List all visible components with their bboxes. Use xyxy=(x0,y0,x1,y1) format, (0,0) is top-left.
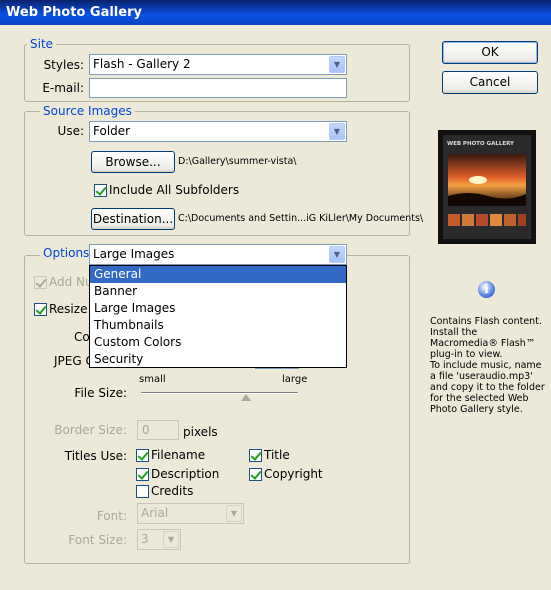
options-value: Large Images xyxy=(93,247,175,261)
title-bar: Web Photo Gallery xyxy=(0,0,551,25)
chevron-down-icon[interactable]: ▼ xyxy=(226,505,242,522)
ok-button[interactable]: OK xyxy=(442,41,538,64)
add-numeric-checkbox[interactable] xyxy=(34,276,47,289)
browse-button[interactable]: Browse... xyxy=(91,151,175,173)
preview-title: WEB PHOTO GALLERY xyxy=(447,141,515,147)
dropdown-item-large-images[interactable]: Large Images xyxy=(90,300,346,317)
title-label: Title xyxy=(264,448,290,462)
description-checkbox[interactable] xyxy=(136,468,149,481)
chevron-down-icon[interactable]: ▼ xyxy=(329,246,345,263)
preview-graphic: WEB PHOTO GALLERY xyxy=(438,130,536,244)
font-label: Font: xyxy=(96,509,127,523)
styles-label: Styles: xyxy=(43,58,84,72)
file-size-label: File Size: xyxy=(74,386,127,400)
use-value: Folder xyxy=(93,124,131,138)
site-legend: Site xyxy=(27,37,57,51)
border-size-label: Border Size: xyxy=(54,423,127,437)
filename-checkbox[interactable] xyxy=(136,449,149,462)
dropdown-item-custom-colors[interactable]: Custom Colors xyxy=(90,334,346,351)
font-value: Arial xyxy=(141,506,169,520)
destination-path: C:\Documents and Settin...iG KiLler\My D… xyxy=(178,213,424,224)
credits-label: Credits xyxy=(151,484,194,498)
file-size-slider[interactable] xyxy=(141,392,298,394)
border-size-unit: pixels xyxy=(183,425,218,439)
flash-info-text: Contains Flash content. Install the Macr… xyxy=(430,316,542,360)
use-select[interactable]: Folder ▼ xyxy=(89,121,347,142)
font-size-select[interactable]: 3 ▼ xyxy=(137,529,181,550)
filename-label: Filename xyxy=(151,448,206,462)
window-title: Web Photo Gallery xyxy=(6,5,142,20)
browse-path: D:\Gallery\summer-vista\ xyxy=(178,156,297,167)
destination-button[interactable]: Destination... xyxy=(91,208,175,230)
border-size-field[interactable]: 0 xyxy=(137,420,179,440)
resize-images-checkbox[interactable] xyxy=(34,303,47,316)
use-label: Use: xyxy=(57,124,84,138)
file-size-slider-thumb[interactable] xyxy=(241,394,251,401)
font-size-value: 3 xyxy=(141,532,149,546)
styles-select[interactable]: Flash - Gallery 2 ▼ xyxy=(89,54,347,75)
info-icon: i xyxy=(478,281,495,298)
options-select[interactable]: Large Images ▼ xyxy=(89,244,347,265)
title-checkbox[interactable] xyxy=(249,449,262,462)
credits-checkbox[interactable] xyxy=(136,485,149,498)
chevron-down-icon[interactable]: ▼ xyxy=(329,123,345,140)
chevron-down-icon[interactable]: ▼ xyxy=(163,531,179,548)
options-legend: Options: xyxy=(40,246,97,260)
styles-value: Flash - Gallery 2 xyxy=(93,57,191,71)
dropdown-item-general[interactable]: General xyxy=(90,266,346,283)
cancel-button[interactable]: Cancel xyxy=(442,71,538,94)
resize-images-label: Resize I xyxy=(49,302,95,316)
slider-large-label: large xyxy=(282,374,308,385)
options-dropdown-list[interactable]: General Banner Large Images Thumbnails C… xyxy=(89,265,347,368)
email-field[interactable] xyxy=(89,78,347,98)
dropdown-item-thumbnails[interactable]: Thumbnails xyxy=(90,317,346,334)
add-numeric-label: Add Nu xyxy=(49,275,93,289)
source-images-legend: Source Images xyxy=(40,104,135,118)
copyright-checkbox[interactable] xyxy=(249,468,262,481)
font-size-label: Font Size: xyxy=(68,533,127,547)
constrain-label: Co xyxy=(74,330,90,344)
copyright-label: Copyright xyxy=(264,467,323,481)
slider-small-label: small xyxy=(139,374,166,385)
email-label: E-mail: xyxy=(42,81,84,95)
style-preview-image: WEB PHOTO GALLERY xyxy=(438,130,536,244)
titles-use-label: Titles Use: xyxy=(64,449,127,463)
description-label: Description xyxy=(151,467,220,481)
dropdown-item-security[interactable]: Security xyxy=(90,351,346,368)
music-info-text: To include music, name a file 'useraudio… xyxy=(430,360,545,415)
include-subfolders-checkbox[interactable] xyxy=(94,184,107,197)
dropdown-item-banner[interactable]: Banner xyxy=(90,283,346,300)
chevron-down-icon[interactable]: ▼ xyxy=(329,56,345,73)
font-select[interactable]: Arial ▼ xyxy=(137,503,244,524)
include-subfolders-label: Include All Subfolders xyxy=(109,183,240,197)
